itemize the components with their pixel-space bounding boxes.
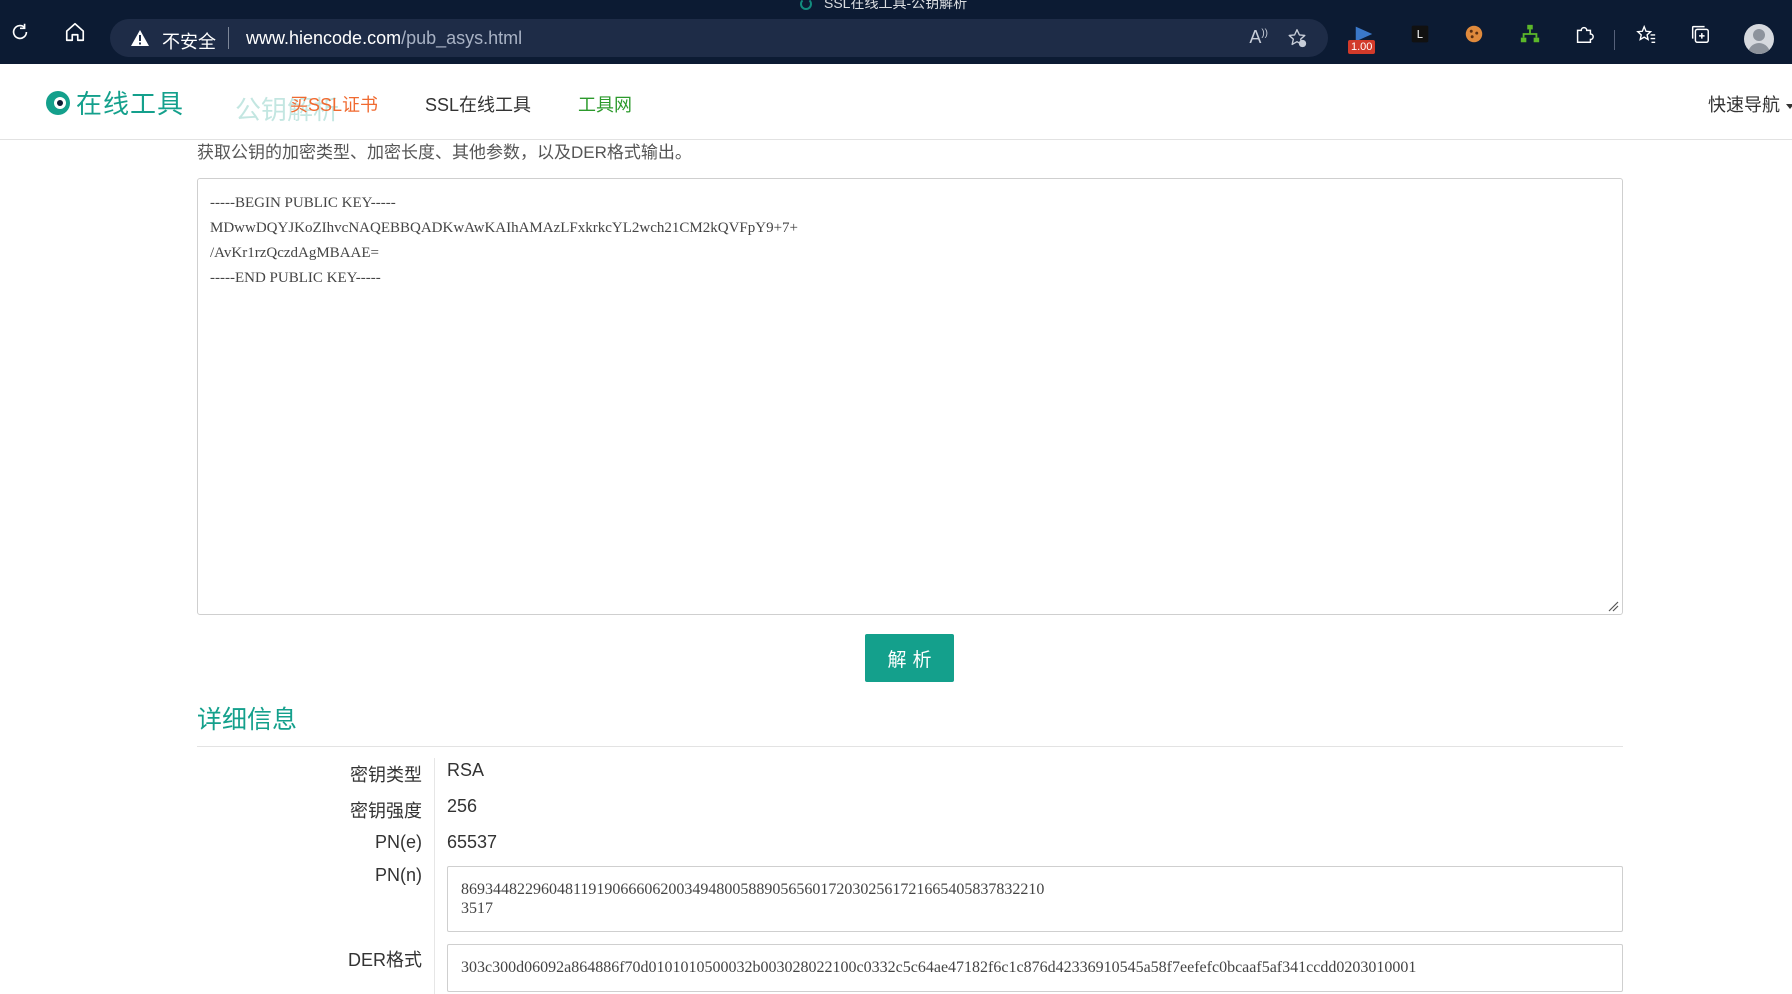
pn-n-label: PN(n) <box>374 865 422 885</box>
column-divider <box>434 758 435 994</box>
cookie-icon <box>1465 25 1483 43</box>
resize-handle-icon[interactable] <box>1607 600 1619 612</box>
key-type-label: 密钥类型 <box>350 765 422 785</box>
extension-button[interactable]: L <box>1408 22 1432 46</box>
pn-e-value: 65537 <box>447 832 498 852</box>
insecure-label[interactable]: 不安全 <box>162 28 216 54</box>
browser-toolbar: SSL在线工具-公钥解析 不安全 www.hiencode.com/pub_as… <box>0 0 1792 64</box>
nav-ssl-tools[interactable]: SSL在线工具 <box>425 91 531 117</box>
puzzle-icon <box>1576 26 1594 43</box>
sitemap-icon <box>1520 24 1540 43</box>
pn-e-label: PN(e) <box>374 832 422 852</box>
der-output[interactable]: 303c300d06092a864886f70d0101010500032b00… <box>447 944 1623 992</box>
home-button[interactable] <box>63 20 87 44</box>
extension-badge: 1.00 <box>1348 40 1376 54</box>
favorites-icon <box>1636 24 1656 43</box>
address-divider <box>228 27 229 49</box>
read-aloud-icon[interactable]: A)) <box>1249 27 1268 48</box>
favorites-button[interactable] <box>1634 22 1658 46</box>
address-bar[interactable]: 不安全 www.hiencode.com/pub_asys.html A)) <box>110 19 1328 57</box>
site-header: 在线工具 公钥解析 买SSL证书 SSL在线工具 工具网 快速导航 <box>0 64 1792 140</box>
key-strength-value: 256 <box>447 796 478 816</box>
logo-icon <box>46 90 70 115</box>
tab-title[interactable]: SSL在线工具-公钥解析 <box>800 0 967 13</box>
nav-tools-net[interactable]: 工具网 <box>578 91 632 117</box>
extension-button[interactable] <box>1518 22 1542 46</box>
extension-button[interactable] <box>1462 22 1486 46</box>
lastpass-icon: L <box>1411 25 1429 43</box>
url-text[interactable]: www.hiencode.com/pub_asys.html <box>246 28 522 49</box>
toolbar-divider <box>1614 30 1615 50</box>
home-icon <box>65 22 85 42</box>
add-favorite-icon[interactable] <box>1286 27 1308 49</box>
public-key-input[interactable]: -----BEGIN PUBLIC KEY----- MDwwDQYJKoZIh… <box>197 178 1623 615</box>
extensions-button[interactable] <box>1572 22 1596 46</box>
warning-icon[interactable] <box>130 29 150 47</box>
svg-text:L: L <box>1417 28 1423 41</box>
pn-n-output[interactable]: 8693448229604811919066606200349480058890… <box>447 866 1623 932</box>
section-divider <box>197 746 1623 747</box>
loading-icon <box>800 0 812 11</box>
details-title: 详细信息 <box>197 706 298 734</box>
collections-icon <box>1691 25 1709 43</box>
logo-text: 在线工具 <box>76 89 185 119</box>
chevron-down-icon <box>1786 103 1792 109</box>
key-strength-label: 密钥强度 <box>350 801 422 821</box>
reload-icon <box>12 23 28 40</box>
site-logo[interactable]: 在线工具 <box>46 84 184 121</box>
der-label: DER格式 <box>347 950 422 970</box>
parse-button[interactable]: 解析 <box>865 634 954 682</box>
reload-button[interactable] <box>8 20 32 44</box>
profile-icon[interactable] <box>1744 24 1774 54</box>
collections-button[interactable] <box>1688 22 1712 46</box>
nav-buy-ssl[interactable]: 买SSL证书 <box>290 91 378 117</box>
intro-text: 获取公钥的加密类型、加密长度、其他参数，以及DER格式输出。 <box>197 143 692 162</box>
key-type-value: RSA <box>447 760 485 780</box>
nav-quick-navigation[interactable]: 快速导航 <box>1708 91 1792 117</box>
